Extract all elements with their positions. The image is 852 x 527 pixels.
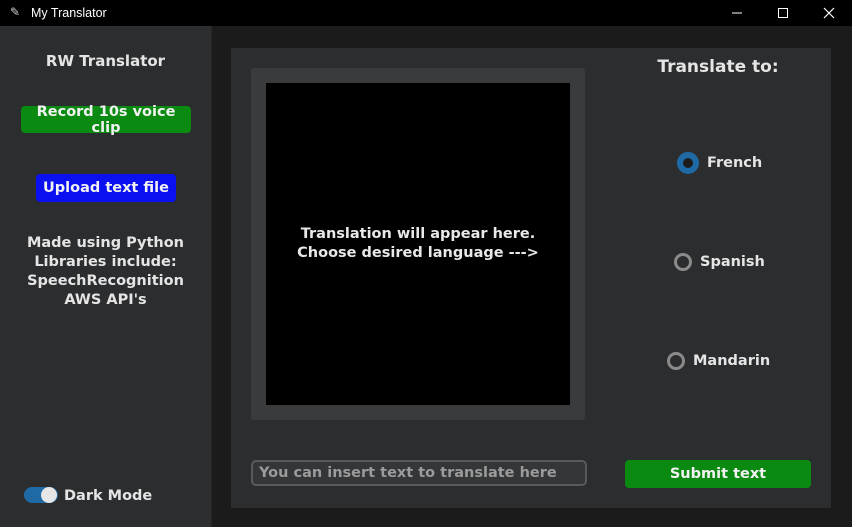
record-voice-button[interactable]: Record 10s voice clip — [21, 104, 191, 136]
credits-line: AWS API's — [64, 292, 147, 308]
output-frame: Translation will appear here. Choose des… — [251, 68, 585, 420]
upload-file-button[interactable]: Upload text file — [36, 174, 176, 202]
radio-label: French — [707, 155, 763, 171]
maximize-icon — [778, 8, 788, 18]
radio-button-icon[interactable] — [667, 352, 685, 370]
close-icon — [823, 7, 835, 19]
window-title: My Translator — [31, 6, 107, 20]
radio-button-icon[interactable] — [677, 152, 699, 174]
credits-line: SpeechRecognition — [27, 273, 184, 289]
main-panel: Translation will appear here. Choose des… — [231, 48, 831, 508]
credits-line: Libraries include: — [34, 254, 177, 270]
credits-line: Made using Python — [26, 235, 185, 251]
translate-to-heading: Translate to: — [657, 57, 779, 77]
output-line: Translation will appear here. — [300, 226, 536, 242]
dark-mode-label: Dark Mode — [64, 488, 153, 504]
credits-text: Made using Python Libraries include: Spe… — [0, 234, 211, 310]
app-title: RW Translator — [45, 52, 166, 70]
radio-button-icon[interactable] — [674, 253, 692, 271]
maximize-button[interactable] — [760, 0, 806, 26]
output-line: Choose desired language ---> — [297, 245, 539, 261]
radio-label: Spanish — [700, 254, 765, 270]
minimize-button[interactable] — [714, 0, 760, 26]
sidebar: RW Translator Record 10s voice clip Uplo… — [0, 26, 212, 527]
title-bar: ✎ My Translator — [0, 0, 852, 26]
feather-icon: ✎ — [10, 5, 21, 19]
translate-text-input[interactable] — [251, 460, 587, 486]
dark-mode-switch[interactable] — [24, 487, 58, 503]
radio-mandarin[interactable]: Mandarin — [667, 352, 770, 370]
submit-text-button[interactable]: Submit text — [625, 460, 811, 488]
minimize-icon — [732, 12, 742, 14]
radio-french[interactable]: French — [677, 152, 762, 174]
close-button[interactable] — [806, 0, 852, 26]
radio-spanish[interactable]: Spanish — [674, 253, 765, 271]
switch-knob — [41, 487, 57, 503]
translation-output: Translation will appear here. Choose des… — [266, 83, 570, 405]
radio-label: Mandarin — [693, 353, 771, 369]
